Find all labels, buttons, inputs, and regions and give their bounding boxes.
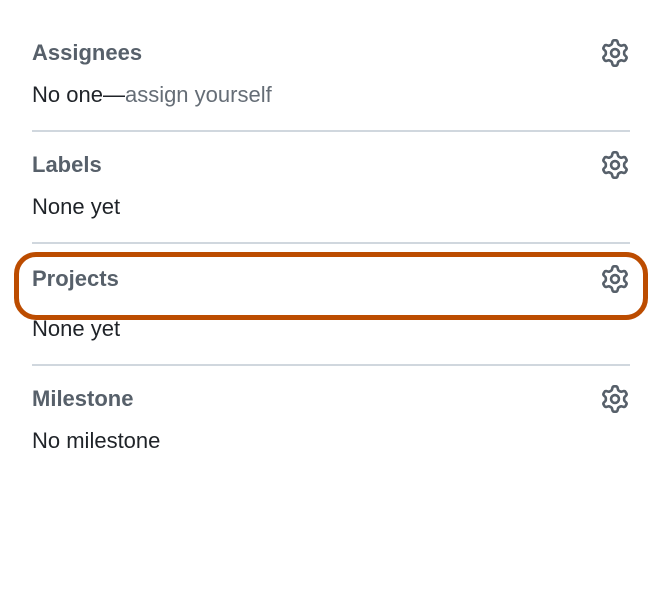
projects-section: Projects None yet (0, 244, 662, 364)
assignees-title: Assignees (32, 40, 142, 66)
projects-header: Projects (32, 264, 630, 294)
assign-yourself-link[interactable]: assign yourself (125, 82, 272, 107)
milestone-header: Milestone (32, 384, 630, 414)
assignees-status: No one (32, 82, 103, 107)
labels-settings-button[interactable] (600, 150, 630, 180)
projects-highlight-wrapper: Projects None yet (0, 244, 662, 364)
gear-icon (601, 385, 629, 413)
milestone-section: Milestone No milestone (0, 366, 662, 476)
milestone-settings-button[interactable] (600, 384, 630, 414)
gear-icon (601, 151, 629, 179)
dash: — (103, 82, 125, 107)
projects-status: None yet (32, 316, 630, 342)
projects-title: Projects (32, 266, 119, 292)
gear-icon (601, 265, 629, 293)
labels-section: Labels None yet (0, 132, 662, 242)
labels-status: None yet (32, 194, 630, 220)
assignees-section: Assignees No one—assign yourself (0, 20, 662, 130)
gear-icon (601, 39, 629, 67)
assignees-settings-button[interactable] (600, 38, 630, 68)
labels-title: Labels (32, 152, 102, 178)
projects-settings-button[interactable] (600, 264, 630, 294)
assignees-header: Assignees (32, 38, 630, 68)
assignees-body: No one—assign yourself (32, 82, 630, 108)
milestone-title: Milestone (32, 386, 133, 412)
labels-header: Labels (32, 150, 630, 180)
milestone-status: No milestone (32, 428, 630, 454)
